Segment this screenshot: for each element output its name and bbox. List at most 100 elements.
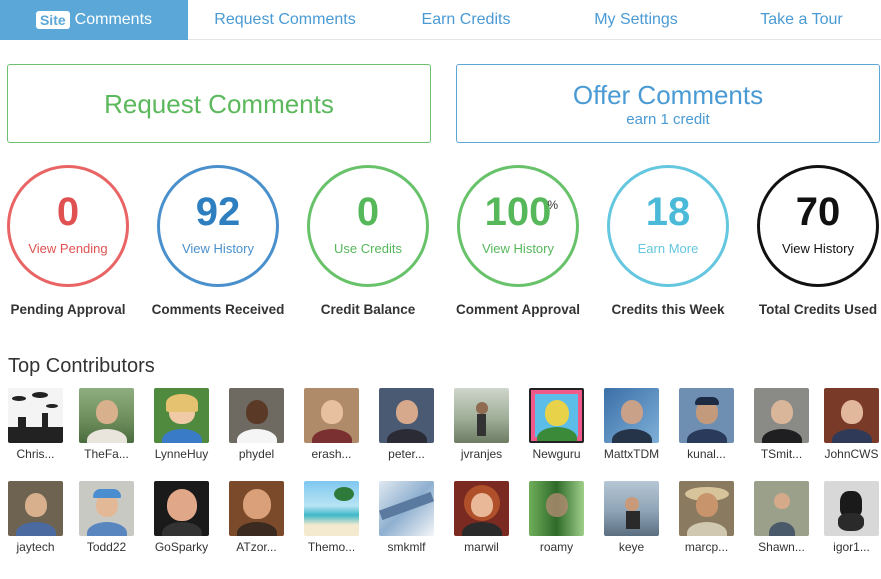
tab-comments[interactable]: Site Comments [0,0,188,40]
contributor-item[interactable]: kunal... [669,388,744,461]
contributor-name: igor1... [833,540,870,554]
offer-comments-subtitle: earn 1 credit [626,110,710,128]
avatar [604,481,659,536]
avatar [454,481,509,536]
stat-value: 0 [56,189,80,234]
contributor-item[interactable]: marwil [444,481,519,554]
contributor-name: Chris... [16,447,55,461]
view-history-link[interactable]: View History [182,241,254,256]
contributor-item[interactable]: JohnCWS [814,388,881,461]
avatar [154,481,209,536]
contributor-item[interactable]: roamy [519,481,594,554]
contributor-item[interactable]: smkmlf [369,481,444,554]
avatar [379,481,434,536]
contributors-row: Chris... TheFa... LynneHuy phydel erash.… [0,388,881,481]
contributor-name: GoSparky [154,540,209,554]
contributor-item[interactable]: Chris... [0,388,73,461]
contributor-item[interactable]: Shawn... [744,481,819,554]
stat-circle: 18 Earn More [607,165,729,287]
contributor-item[interactable]: marcp... [669,481,744,554]
contributor-item[interactable]: TSmit... [744,388,819,461]
stat-circle: 0 Use Credits [307,165,429,287]
contributor-item[interactable]: peter... [369,388,444,461]
contributor-item[interactable]: GoSparky [144,481,219,554]
request-comments-button[interactable]: Request Comments [7,64,431,143]
contributor-item[interactable]: TheFa... [69,388,144,461]
use-credits-link[interactable]: Use Credits [334,241,402,256]
avatar [79,481,134,536]
contributor-item[interactable]: Themo... [294,481,369,554]
contributor-name: Themo... [307,540,356,554]
tab-request-comments[interactable]: Request Comments [188,0,382,40]
contributor-name: TSmit... [760,447,803,461]
view-history-link[interactable]: View History [482,241,554,256]
stat-circle: 70 View History [757,165,879,287]
earn-more-link[interactable]: Earn More [638,241,699,256]
contributor-name: kunal... [687,447,726,461]
tab-my-settings[interactable]: My Settings [550,0,722,40]
contributor-name: keye [618,540,645,554]
tab-earn-credits[interactable]: Earn Credits [382,0,550,40]
contributor-item[interactable]: jaytech [0,481,73,554]
stat-label: Pending Approval [10,302,126,317]
avatar [824,481,879,536]
contributor-name: roamy [539,540,574,554]
contributor-item[interactable]: jvranjes [444,388,519,461]
contributor-name: erash... [311,447,352,461]
avatar [754,388,809,443]
stat-circle: 0 View Pending [7,165,129,287]
tab-take-a-tour[interactable]: Take a Tour [722,0,881,40]
stat-pending-approval: 0 View Pending Pending Approval [0,165,143,317]
contributor-item[interactable]: Newguru [519,388,594,461]
tab-comments-label: Comments [74,11,153,28]
request-comments-title: Request Comments [104,88,334,119]
contributor-name: MattxTDM [603,447,660,461]
stat-value: 70 [795,189,841,234]
offer-comments-button[interactable]: Offer Comments earn 1 credit [456,64,880,143]
avatar [604,388,659,443]
contributor-item[interactable]: MattxTDM [594,388,669,461]
contributor-item[interactable]: Todd22 [69,481,144,554]
stat-value: 18 [645,189,691,234]
contributor-item[interactable]: keye [594,481,669,554]
avatar [824,388,879,443]
stat-label: Credit Balance [320,302,416,317]
stat-credits-this-week: 18 Earn More Credits this Week [593,165,743,317]
top-contributors-heading: Top Contributors [8,355,155,377]
contributor-item[interactable]: igor1... [814,481,881,554]
avatar [529,481,584,536]
avatar [379,388,434,443]
contributor-name: smkmlf [387,540,426,554]
contributor-name: Todd22 [86,540,127,554]
contributor-name: marwil [464,540,499,554]
avatar [154,388,209,443]
stat-value: 100 [484,189,552,234]
contributors-row: jaytech Todd22 GoSparky ATzor... Themo..… [0,481,881,574]
contributors-grid: Chris... TheFa... LynneHuy phydel erash.… [0,388,881,574]
stat-comment-approval: 100 % View History Comment Approval [443,165,593,317]
offer-comments-title: Offer Comments [572,79,764,110]
contributor-item[interactable]: phydel [219,388,294,461]
contributor-name: ATzor... [236,540,277,554]
stat-value: 0 [356,189,380,234]
stat-circle: 92 View History [157,165,279,287]
stat-comments-received: 92 View History Comments Received [143,165,293,317]
contributor-name: jvranjes [460,447,503,461]
avatar [679,388,734,443]
stat-circle: 100 % View History [457,165,579,287]
contributor-item[interactable]: LynneHuy [144,388,219,461]
contributor-name: Shawn... [758,540,805,554]
contributor-item[interactable]: ATzor... [219,481,294,554]
avatar [229,388,284,443]
view-pending-link[interactable]: View Pending [28,241,107,256]
contributor-name: Newguru [532,447,581,461]
avatar [754,481,809,536]
view-history-link[interactable]: View History [782,241,854,256]
contributor-name: LynneHuy [154,447,209,461]
percent-sign: % [547,198,558,212]
stat-credit-balance: 0 Use Credits Credit Balance [293,165,443,317]
avatar [304,481,359,536]
contributor-name: TheFa... [84,447,129,461]
contributor-item[interactable]: erash... [294,388,369,461]
stat-label: Comment Approval [455,302,580,317]
